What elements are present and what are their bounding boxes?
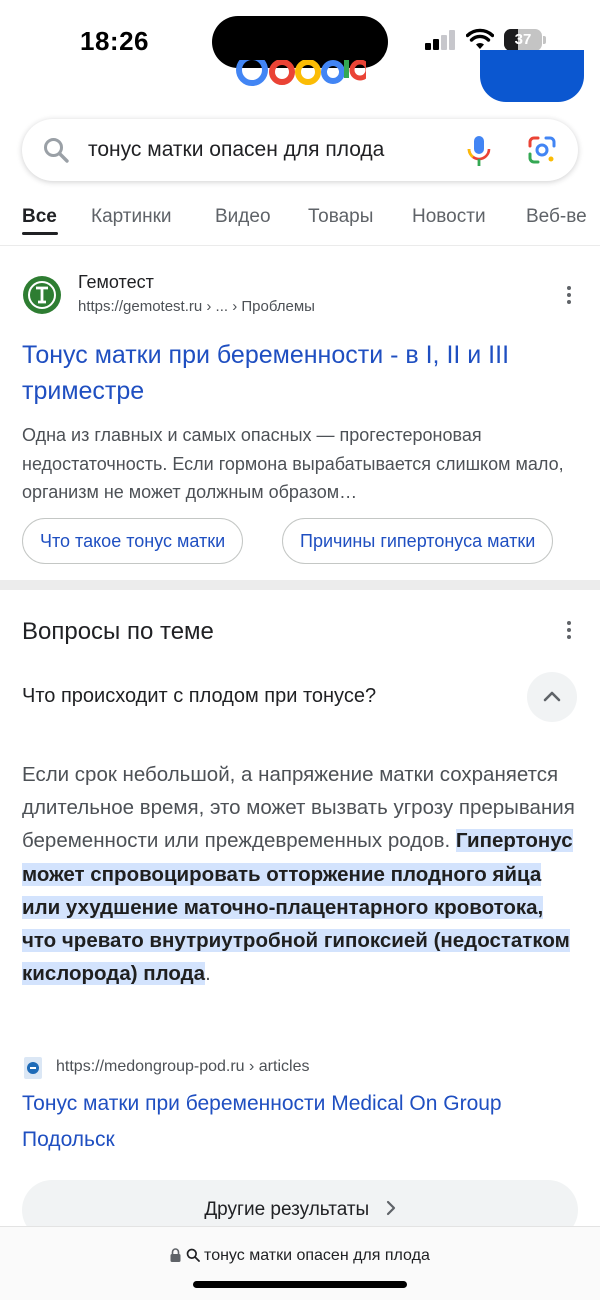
tab-all[interactable]: Все [22,206,57,228]
mic-icon[interactable] [464,134,494,168]
gemotest-logo-icon [23,276,61,314]
result-snippet: Одна из главных и самых опасных — прогес… [22,425,564,502]
chevron-right-icon [386,1200,395,1216]
browser-address-bar[interactable]: тонус матки опасен для плода [0,1226,600,1300]
answer-source-link[interactable]: Тонус матки при беременности Medical On … [22,1086,582,1158]
chip-what-is-tonus[interactable]: Что такое тонус матки [22,518,244,564]
tab-images[interactable]: Картинки [91,206,172,228]
chevron-up-icon [543,691,561,702]
status-time: 18:26 [80,26,149,56]
wifi-icon [466,28,494,49]
search-small-icon [186,1248,200,1262]
address-bar-content[interactable]: тонус матки опасен для плода [0,1247,600,1265]
paa-heading: Вопросы по теме [22,618,214,645]
chip-hypertonus-causes[interactable]: Причины гипертонуса матки [282,518,554,564]
paa-question[interactable]: Что происходит с плодом при тонусе? [22,685,376,708]
result-url[interactable]: https://gemotest.ru › ... › Проблемы [78,298,315,315]
search-tabs: Все Картинки Видео Товары Новости Веб-ве [0,192,600,246]
answer-source-url[interactable]: https://medongroup-pod.ru › articles [56,1058,309,1076]
lock-icon [170,1248,181,1262]
search-box[interactable]: тонус матки опасен для плода [22,119,578,181]
result-title-link[interactable]: Тонус матки при беременности - в I, II и… [22,337,582,409]
paa-answer: Если срок небольшой, а напряжение матки … [22,758,582,990]
paa-more-options-icon[interactable] [566,621,572,643]
google-lens-icon[interactable] [527,135,557,165]
tab-active-indicator [22,232,58,235]
google-logo[interactable] [236,60,366,100]
cellular-signal-icon [425,30,457,50]
search-input[interactable]: тонус матки опасен для плода [88,138,384,162]
battery-icon: 37 [504,29,546,51]
section-divider [0,580,600,590]
tab-videos[interactable]: Видео [215,206,271,228]
address-bar-text: тонус матки опасен для плода [204,1247,430,1264]
answer-end: . [205,962,211,986]
tab-web[interactable]: Веб-ве [526,206,587,228]
collapse-button[interactable] [527,672,577,722]
answer-highlight: Гипертонус может спровоцировать отторжен… [22,829,573,986]
medon-favicon-icon [24,1057,42,1079]
home-indicator [193,1281,407,1288]
more-options-icon[interactable] [566,286,572,308]
sign-in-button[interactable] [480,50,584,102]
result-site-name[interactable]: Гемотест [78,272,154,293]
tab-news[interactable]: Новости [412,206,486,228]
more-results-label: Другие результаты [204,1199,370,1220]
search-icon [44,138,69,163]
tab-shopping[interactable]: Товары [308,206,373,228]
battery-percent: 37 [514,31,532,48]
